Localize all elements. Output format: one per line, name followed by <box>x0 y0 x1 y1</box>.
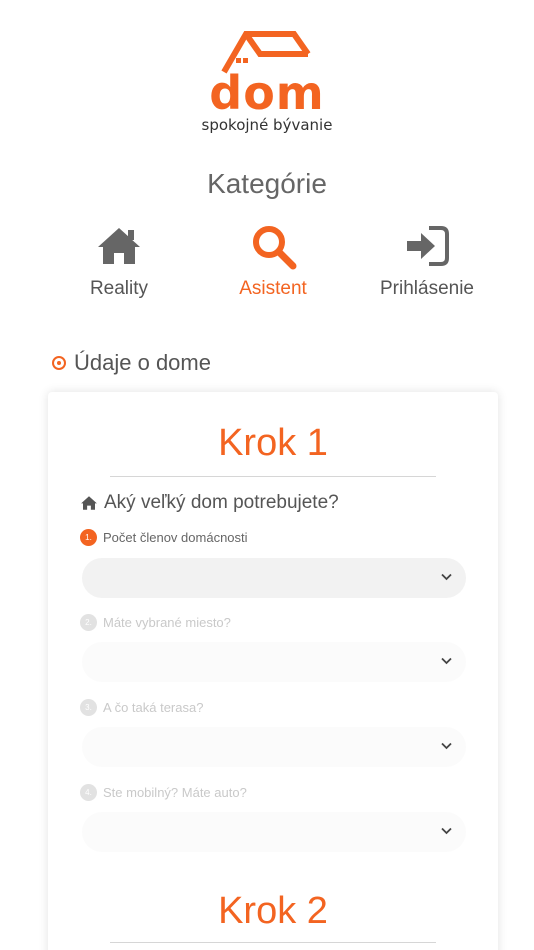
section-heading: Údaje o dome <box>52 350 211 376</box>
field-1-label-text: Počet členov domácnosti <box>103 530 248 545</box>
field-4-number: 4. <box>80 784 97 801</box>
field-2-number: 2. <box>80 614 97 631</box>
field-3-number: 3. <box>80 699 97 716</box>
login-icon <box>407 226 449 266</box>
question-heading: Aký veľký dom potrebujete? <box>80 492 339 514</box>
terrace-select[interactable] <box>82 727 466 767</box>
section-title: Údaje o dome <box>74 350 211 375</box>
category-asistent[interactable]: Asistent <box>198 222 348 300</box>
search-icon <box>253 226 297 270</box>
question-text: Aký veľký dom potrebujete? <box>104 492 339 513</box>
brand-name: dom <box>209 66 325 120</box>
field-1-number: 1. <box>80 529 97 546</box>
form-card: Krok 1 Aký veľký dom potrebujete? 1. Poč… <box>48 392 498 950</box>
step-1-divider <box>110 476 436 477</box>
step-2-divider <box>110 942 436 943</box>
category-reality-label: Reality <box>89 278 149 299</box>
household-members-select[interactable] <box>82 558 466 598</box>
category-nav: Reality Asistent Prihlásenie <box>0 222 534 312</box>
home-icon <box>81 496 97 510</box>
categories-title: Kategórie <box>207 168 327 199</box>
field-4-label-text: Ste mobilný? Máte auto? <box>103 785 247 800</box>
mobility-select[interactable] <box>82 812 466 852</box>
chevron-down-icon <box>441 657 452 665</box>
category-login[interactable]: Prihlásenie <box>352 222 502 300</box>
category-asistent-label: Asistent <box>239 278 307 299</box>
field-1-label: 1. Počet členov domácnosti <box>80 529 248 546</box>
category-reality[interactable]: Reality <box>44 222 194 300</box>
field-3-label-text: A čo taká terasa? <box>103 700 204 715</box>
field-2-label-text: Máte vybrané miesto? <box>103 615 231 630</box>
brand-logo[interactable]: dom spokojné bývanie <box>0 28 534 134</box>
step-2-title: Krok 2 <box>218 890 328 932</box>
chevron-down-icon <box>441 742 452 750</box>
field-3-label: 3. A čo taká terasa? <box>80 699 203 716</box>
home-icon <box>98 228 140 264</box>
field-2-label: 2. Máte vybrané miesto? <box>80 614 231 631</box>
chevron-down-icon <box>441 827 452 835</box>
location-select[interactable] <box>82 642 466 682</box>
field-4-label: 4. Ste mobilný? Máte auto? <box>80 784 247 801</box>
radio-dot-icon <box>52 356 66 370</box>
category-login-label: Prihlásenie <box>380 278 474 299</box>
chevron-down-icon <box>441 573 452 581</box>
step-1-title: Krok 1 <box>218 422 328 464</box>
brand-tagline: spokojné bývanie <box>201 116 333 134</box>
